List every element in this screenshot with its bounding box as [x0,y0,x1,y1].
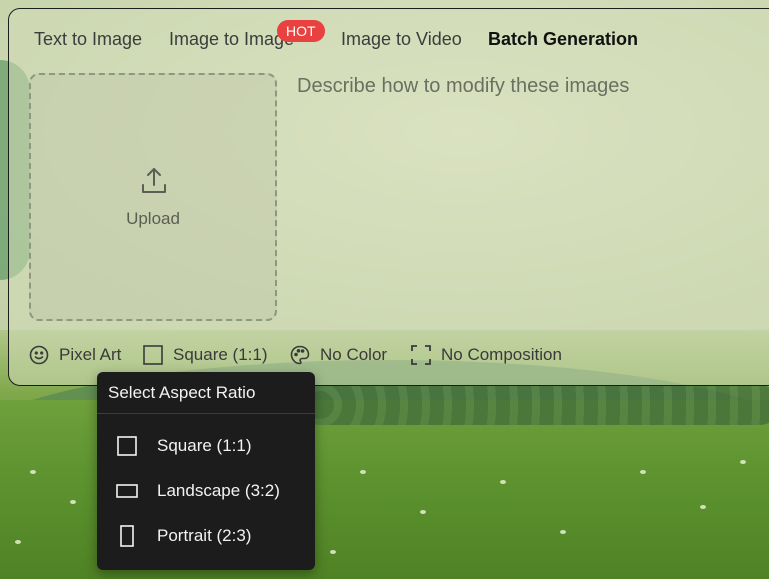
options-bar: Pixel Art Square (1:1) No Color No Compo… [29,345,769,367]
prompt-input[interactable] [297,75,757,315]
tab-image-to-video[interactable]: Image to Video [341,29,462,50]
upload-icon [142,168,166,193]
aspect-ratio-square-item[interactable]: Square (1:1) [97,428,315,464]
tab-batch-generation[interactable]: Batch Generation [488,29,638,50]
aspect-ratio-option[interactable]: Square (1:1) [143,345,268,365]
smiley-icon [29,345,49,365]
aspect-ratio-landscape-label: Landscape (3:2) [157,481,280,500]
hot-badge: HOT [277,20,325,42]
color-option-label: No Color [320,345,388,364]
composition-option-label: No Composition [441,345,562,364]
menu-divider [97,413,315,414]
generator-panel: Text to Image Image to Image HOT Image t… [8,8,769,386]
tab-image-to-image[interactable]: Image to Image [169,29,294,50]
mode-tabs: Text to Image Image to Image HOT Image t… [9,20,769,55]
frame-corners-icon [411,345,431,365]
aspect-ratio-portrait-label: Portrait (2:3) [157,526,252,545]
style-option-label: Pixel Art [59,345,122,364]
square-icon [117,436,137,456]
square-icon [143,345,163,365]
tab-text-to-image[interactable]: Text to Image [34,29,142,50]
portrait-rect-icon [120,525,134,547]
landscape-rect-icon [116,484,138,498]
style-option[interactable]: Pixel Art [29,345,121,365]
aspect-ratio-square-label: Square (1:1) [157,436,252,455]
palette-icon [290,345,310,365]
composition-option[interactable]: No Composition [411,345,562,365]
aspect-ratio-menu-title: Select Aspect Ratio [108,383,256,402]
upload-dropzone[interactable]: Upload [29,73,277,321]
aspect-ratio-menu: Select Aspect Ratio Square (1:1) Landsca… [97,372,315,570]
aspect-ratio-portrait-item[interactable]: Portrait (2:3) [97,518,315,554]
aspect-ratio-option-label: Square (1:1) [173,345,268,364]
color-option[interactable]: No Color [290,345,387,365]
aspect-ratio-landscape-item[interactable]: Landscape (3:2) [97,473,315,509]
upload-label: Upload [126,209,180,228]
